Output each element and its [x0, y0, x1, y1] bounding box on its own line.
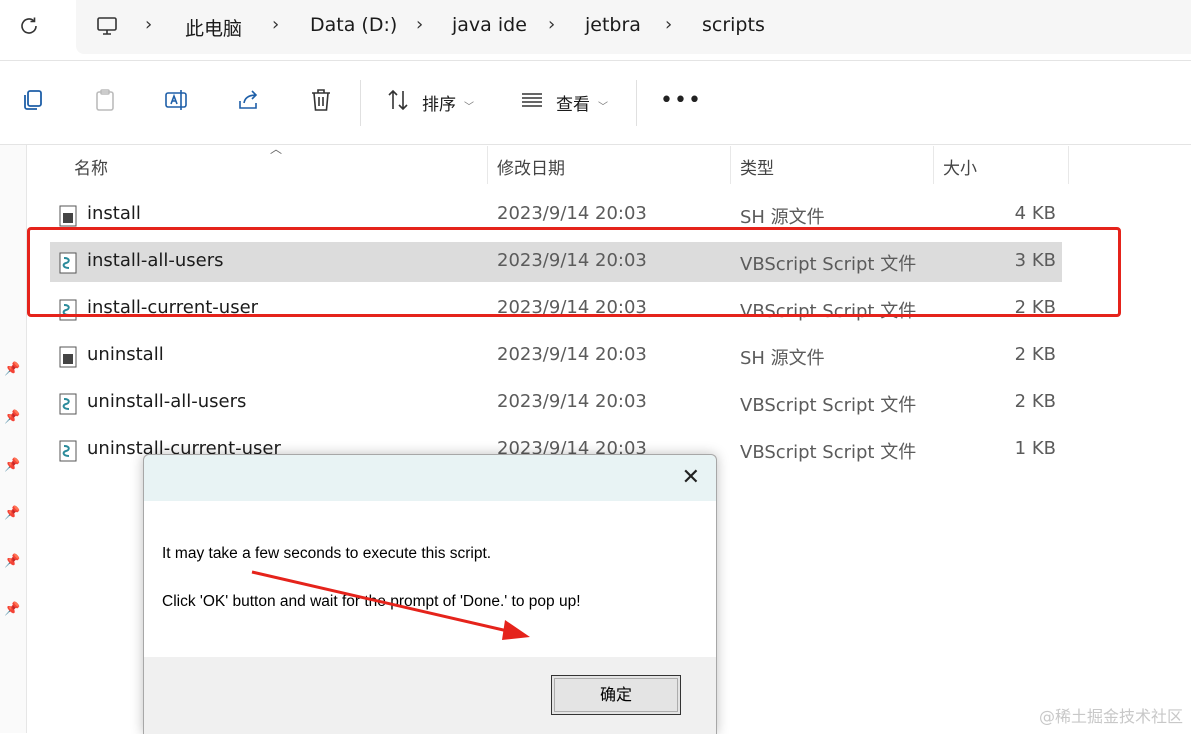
chevron-right-icon[interactable]: › — [272, 14, 279, 35]
view-icon[interactable] — [519, 87, 545, 113]
breadcrumb-item-scripts[interactable]: scripts — [702, 14, 765, 36]
file-row[interactable]: uninstall 2023/9/14 20:03 SH 源文件 2 KB — [50, 336, 1062, 376]
file-type: SH 源文件 — [740, 348, 825, 369]
file-row[interactable]: uninstall-all-users 2023/9/14 20:03 VBSc… — [50, 383, 1062, 423]
pin-icon[interactable]: 📌 — [4, 362, 20, 377]
copy-icon[interactable] — [20, 87, 46, 113]
pin-icon[interactable]: 📌 — [4, 602, 20, 617]
watermark: @稀土掘金技术社区 — [1038, 707, 1183, 726]
ok-button[interactable]: 确定 — [551, 675, 681, 715]
share-icon[interactable] — [236, 87, 262, 113]
column-divider[interactable] — [487, 146, 488, 184]
breadcrumb-item-jetbra[interactable]: jetbra — [585, 14, 641, 36]
column-header-name[interactable]: 名称 — [74, 154, 108, 179]
toolbar-separator — [636, 80, 637, 126]
column-header-size[interactable]: 大小 — [943, 154, 977, 179]
chevron-right-icon[interactable]: › — [145, 14, 152, 35]
column-divider[interactable] — [933, 146, 934, 184]
file-size: 1 KB — [1014, 438, 1056, 459]
dialog-title-bar[interactable] — [144, 455, 716, 501]
pin-icon[interactable]: 📌 — [4, 458, 20, 473]
column-header-date[interactable]: 修改日期 — [497, 154, 565, 179]
script-message-dialog: ✕ It may take a few seconds to execute t… — [143, 454, 717, 734]
chevron-right-icon[interactable]: › — [548, 14, 555, 35]
file-name[interactable]: uninstall — [87, 344, 164, 365]
pin-icon[interactable]: 📌 — [4, 554, 20, 569]
file-date: 2023/9/14 20:03 — [497, 203, 647, 224]
chevron-right-icon[interactable]: › — [665, 14, 672, 35]
column-divider[interactable] — [730, 146, 731, 184]
file-name[interactable]: uninstall-all-users — [87, 391, 246, 412]
pin-icon[interactable]: 📌 — [4, 410, 20, 425]
sh-file-icon — [59, 205, 77, 227]
file-date: 2023/9/14 20:03 — [497, 344, 647, 365]
sort-ascending-icon: ︿ — [270, 142, 283, 156]
breadcrumb-item-drive[interactable]: Data (D:) — [310, 14, 397, 36]
sort-icon[interactable] — [385, 87, 411, 113]
dialog-message-line1: It may take a few seconds to execute thi… — [162, 545, 492, 562]
close-icon[interactable]: ✕ — [682, 465, 700, 490]
vbs-file-icon — [59, 440, 77, 462]
pin-icon[interactable]: 📌 — [4, 506, 20, 521]
file-date: 2023/9/14 20:03 — [497, 391, 647, 412]
dialog-body: It may take a few seconds to execute thi… — [144, 501, 716, 657]
paste-icon[interactable] — [92, 87, 118, 113]
more-options-button[interactable]: ••• — [660, 88, 702, 113]
address-bar: › 此电脑 › Data (D:) › java ide › jetbra › … — [0, 0, 1191, 61]
dialog-message-line2: Click 'OK' button and wait for the promp… — [162, 593, 581, 610]
delete-icon[interactable] — [308, 87, 334, 113]
toolbar-separator — [360, 80, 361, 126]
chevron-right-icon[interactable]: › — [416, 14, 423, 35]
rename-icon[interactable] — [164, 87, 190, 113]
file-name[interactable]: install — [87, 203, 141, 224]
chevron-down-icon: ﹀ — [464, 102, 474, 113]
sort-menu-button[interactable]: 排序 ﹀ — [422, 90, 474, 115]
file-type: VBScript Script 文件 — [740, 395, 917, 416]
file-type: VBScript Script 文件 — [740, 442, 917, 463]
chevron-down-icon: ﹀ — [598, 102, 608, 113]
breadcrumb-item-java-ide[interactable]: java ide — [452, 14, 527, 36]
view-menu-button[interactable]: 查看 ﹀ — [556, 90, 608, 115]
sh-file-icon — [59, 346, 77, 368]
column-divider[interactable] — [1068, 146, 1069, 184]
file-size: 4 KB — [1014, 203, 1056, 224]
refresh-icon[interactable] — [17, 14, 41, 38]
breadcrumb-item-this-pc[interactable]: 此电脑 — [185, 14, 242, 41]
file-type: SH 源文件 — [740, 207, 825, 228]
file-size: 2 KB — [1014, 344, 1056, 365]
highlight-annotation-box — [27, 227, 1121, 317]
column-header-type[interactable]: 类型 — [740, 154, 774, 179]
vbs-file-icon — [59, 393, 77, 415]
command-bar: 排序 ﹀ 查看 ﹀ ••• — [0, 62, 1191, 145]
file-size: 2 KB — [1014, 391, 1056, 412]
computer-icon[interactable] — [95, 14, 119, 38]
navigation-pane: 📌 📌 📌 📌 📌 📌 — [0, 145, 27, 733]
